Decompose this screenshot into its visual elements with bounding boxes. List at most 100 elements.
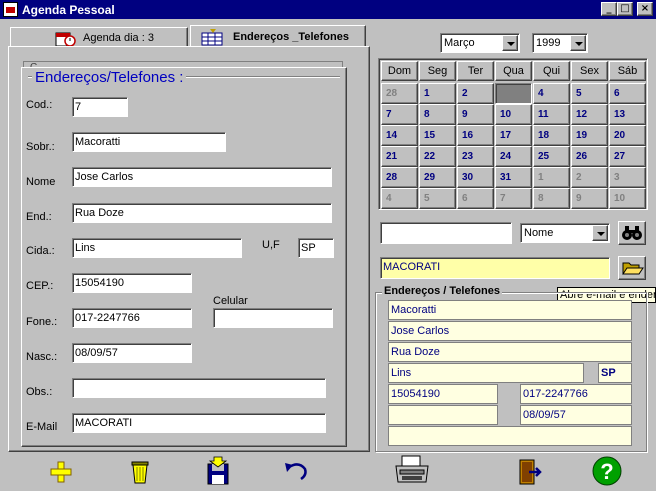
window-title: Agenda Pessoal <box>22 3 115 17</box>
calendar-day[interactable]: 12 <box>571 104 608 125</box>
cidade-field[interactable]: Lins <box>72 238 242 258</box>
calendar-day[interactable]: 20 <box>609 125 646 146</box>
end-label: End.: <box>26 211 52 223</box>
info-blank <box>388 405 498 425</box>
calendar-day[interactable]: 7 <box>495 188 532 209</box>
uf-field[interactable]: SP <box>298 238 334 258</box>
month-value: Março <box>444 37 475 49</box>
calendar-day[interactable]: 30 <box>457 167 494 188</box>
tab-agenda-label: Agenda dia : 3 <box>83 32 154 44</box>
calendar-day[interactable]: 27 <box>609 146 646 167</box>
open-email-button[interactable] <box>618 256 646 280</box>
calendar-day[interactable]: 17 <box>495 125 532 146</box>
calendar-day[interactable]: 5 <box>571 83 608 104</box>
calendar-day[interactable]: 8 <box>419 104 456 125</box>
search-field-value: Nome <box>524 227 554 239</box>
close-button[interactable]: × <box>637 2 653 16</box>
calendar-day-selected[interactable]: 3 <box>495 83 532 104</box>
info-fone: 017-2247766 <box>520 384 632 404</box>
calendar-day[interactable]: 4 <box>381 188 418 209</box>
calendar-day[interactable]: 22 <box>419 146 456 167</box>
year-value: 1999 <box>536 37 561 49</box>
calendar-day[interactable]: 19 <box>571 125 608 146</box>
title-bar: Agenda Pessoal _ □ × <box>0 0 656 19</box>
nasc-field[interactable]: 08/09/57 <box>72 343 192 363</box>
calendar-day[interactable]: 7 <box>381 104 418 125</box>
save-button[interactable] <box>202 455 236 487</box>
app-icon <box>3 2 18 17</box>
info-title: Endereços / Telefones <box>382 285 502 297</box>
chevron-down-icon[interactable] <box>502 35 518 51</box>
search-field-select[interactable]: Nome <box>520 223 610 243</box>
add-button[interactable] <box>44 455 78 487</box>
nome-field[interactable]: Jose Carlos <box>72 167 332 187</box>
calendar-header: Sex <box>571 61 608 81</box>
calendar-header: Qui <box>533 61 570 81</box>
calendar-day[interactable]: 14 <box>381 125 418 146</box>
minimize-button[interactable]: _ <box>601 2 617 16</box>
help-button[interactable]: ? <box>590 455 624 487</box>
calendar-day[interactable]: 10 <box>609 188 646 209</box>
calendar-day[interactable]: 4 <box>533 83 570 104</box>
maximize-button[interactable]: □ <box>617 2 633 16</box>
calendar-day[interactable]: 9 <box>457 104 494 125</box>
calendar-day[interactable]: 23 <box>457 146 494 167</box>
calendar-day[interactable]: 2 <box>457 83 494 104</box>
print-button[interactable] <box>392 452 432 488</box>
calendar-day[interactable]: 8 <box>533 188 570 209</box>
calendar-day[interactable]: 28 <box>381 83 418 104</box>
calendar-day[interactable]: 15 <box>419 125 456 146</box>
exit-button[interactable] <box>512 455 546 487</box>
cep-field[interactable]: 15054190 <box>72 273 192 293</box>
search-result-field[interactable]: MACORATI <box>380 257 610 279</box>
calendar-day[interactable]: 29 <box>419 167 456 188</box>
search-button[interactable] <box>618 221 646 245</box>
celular-label: Celular <box>213 295 248 307</box>
sobrenome-field[interactable]: Macoratti <box>72 132 226 152</box>
calendar-day[interactable]: 11 <box>533 104 570 125</box>
endereco-field[interactable]: Rua Doze <box>72 203 332 223</box>
calendar-grid: Dom Seg Ter Qua Qui Sex Sáb 28 1 2 3 4 5 6 7 8 9 10 11 12 13… <box>378 58 648 210</box>
email-field[interactable]: MACORATI <box>72 413 326 433</box>
calendar-day[interactable]: 25 <box>533 146 570 167</box>
calendar-day[interactable]: 31 <box>495 167 532 188</box>
fone-field[interactable]: 017-2247766 <box>72 308 192 328</box>
calendar-day[interactable]: 10 <box>495 104 532 125</box>
calendar-day[interactable]: 9 <box>571 188 608 209</box>
calendar-day[interactable]: 5 <box>419 188 456 209</box>
year-select[interactable]: 1999 <box>532 33 588 53</box>
calendar-day[interactable]: 3 <box>609 167 646 188</box>
calendar-day[interactable]: 18 <box>533 125 570 146</box>
plus-icon <box>50 461 72 483</box>
calendar-header: Qua <box>495 61 532 81</box>
calendar-day[interactable]: 24 <box>495 146 532 167</box>
calendar-day[interactable]: 16 <box>457 125 494 146</box>
undo-button[interactable] <box>279 455 313 487</box>
search-input[interactable] <box>380 222 512 244</box>
cod-field[interactable]: 7 <box>72 97 128 117</box>
delete-button[interactable] <box>123 455 157 487</box>
obs-field[interactable] <box>72 378 326 398</box>
tab-panel: C[[7[1E Endereços/Telefones : Cod.: 7 So… <box>8 46 370 452</box>
chevron-down-icon[interactable] <box>592 225 608 241</box>
nasc-label: Nasc.: <box>26 351 58 363</box>
calendar-day[interactable]: 26 <box>571 146 608 167</box>
address-book-icon <box>201 29 223 46</box>
calendar-day[interactable]: 6 <box>609 83 646 104</box>
info-nome: Jose Carlos <box>388 321 632 341</box>
calendar-day[interactable]: 28 <box>381 167 418 188</box>
info-cidade: Lins <box>388 363 584 383</box>
calendar-day[interactable]: 13 <box>609 104 646 125</box>
calendar-day[interactable]: 1 <box>419 83 456 104</box>
calendar-day[interactable]: 1 <box>533 167 570 188</box>
cep-label: CEP.: <box>26 280 54 292</box>
info-uf: SP <box>598 363 632 383</box>
tab-enderecos-label: Endereços _Telefones <box>233 31 349 43</box>
calendar-day[interactable]: 21 <box>381 146 418 167</box>
calendar-day[interactable]: 6 <box>457 188 494 209</box>
chevron-down-icon[interactable] <box>570 35 586 51</box>
month-select[interactable]: Março <box>440 33 520 53</box>
celular-field[interactable] <box>213 308 333 328</box>
calendar-day[interactable]: 2 <box>571 167 608 188</box>
calendar-header: Seg <box>419 61 456 81</box>
